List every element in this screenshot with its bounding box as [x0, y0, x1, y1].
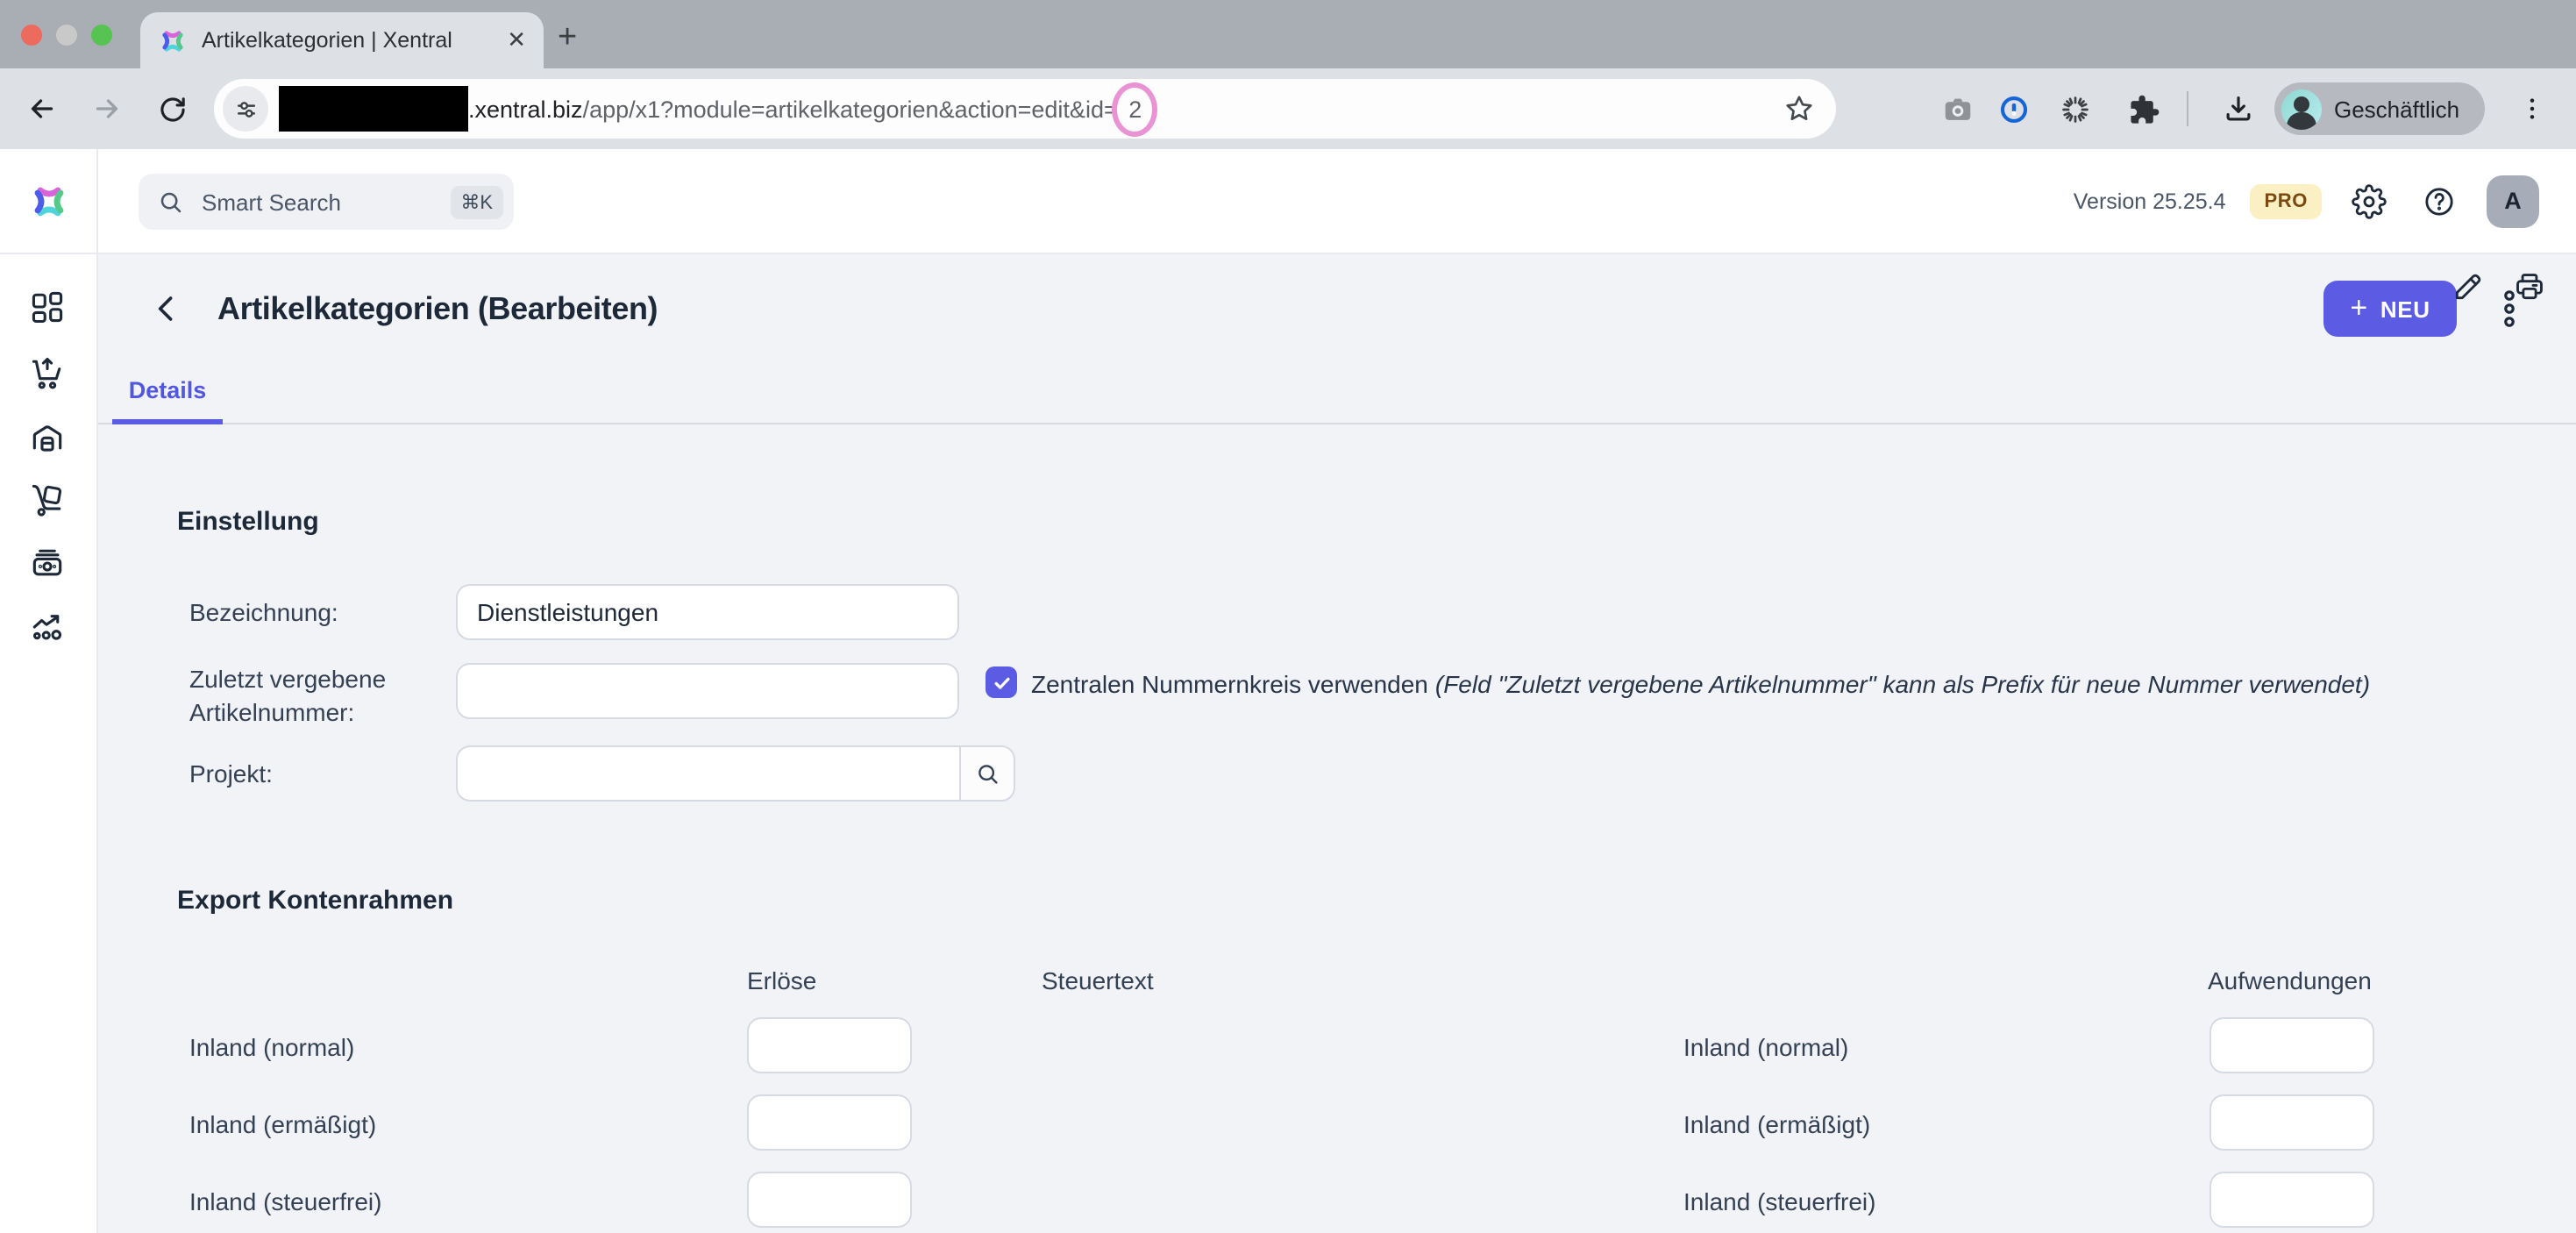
main-content: Artikelkategorien (Bearbeiten) + NEU Det…	[98, 254, 2576, 1233]
new-tab-button[interactable]: +	[558, 19, 577, 58]
extensions-puzzle-icon[interactable]	[2122, 88, 2164, 130]
artikelnummer-label: Zuletzt vergebene Artikelnummer:	[189, 663, 435, 730]
loading-extension-icon[interactable]	[2053, 88, 2096, 130]
tab-bar: Details	[98, 361, 2576, 424]
app-header: ⌘K Version 25.25.4 PRO A	[0, 149, 2576, 254]
row-label-inland-steuerfrei-aufwand: Inland (steuerfrei)	[1683, 1187, 1875, 1215]
reload-icon[interactable]	[151, 88, 193, 130]
site-settings-icon[interactable]	[223, 86, 268, 132]
smart-search[interactable]: ⌘K	[139, 174, 514, 230]
bookmark-star-icon[interactable]	[1783, 93, 1815, 125]
sales-cart-icon[interactable]	[27, 354, 69, 396]
erloese-input-inland-ermaessigt[interactable]	[747, 1094, 912, 1151]
bezeichnung-label: Bezeichnung:	[189, 598, 338, 626]
tab-title: Artikelkategorien | Xentral	[202, 28, 496, 53]
xentral-favicon	[158, 25, 188, 55]
url-id-highlight: 2	[1113, 82, 1158, 136]
row-label-inland-normal: Inland (normal)	[189, 1033, 354, 1061]
row-label-inland-ermaessigt: Inland (ermäßigt)	[189, 1110, 376, 1138]
aufwendungen-input-inland-ermaessigt[interactable]	[2210, 1094, 2374, 1151]
search-icon	[158, 189, 184, 215]
projekt-input[interactable]	[456, 745, 959, 802]
aufwendungen-input-inland-normal[interactable]	[2210, 1017, 2374, 1073]
nummernkreis-label: Zentralen Nummernkreis verwenden(Feld "Z…	[1031, 670, 2370, 698]
nummernkreis-note: (Feld "Zuletzt vergebene Artikelnummer" …	[1435, 670, 2370, 698]
column-header-steuertext: Steuertext	[1042, 966, 1154, 994]
redacted-url-host	[279, 86, 468, 132]
xentral-logo[interactable]	[0, 149, 98, 253]
column-header-aufwendungen: Aufwendungen	[2208, 966, 2372, 994]
macos-zoom-button[interactable]	[91, 25, 112, 46]
search-shortcut-badge: ⌘K	[450, 185, 503, 218]
artikelnummer-input[interactable]	[456, 663, 959, 719]
settings-gear-icon[interactable]	[2346, 178, 2392, 224]
logistics-trolley-icon[interactable]	[27, 481, 69, 523]
profile-name: Geschäftlich	[2334, 96, 2459, 122]
section-heading-einstellung: Einstellung	[177, 507, 319, 537]
page-title: Artikelkategorien (Bearbeiten)	[217, 291, 658, 328]
screenshot-extension-icon[interactable]	[1936, 88, 1978, 130]
search-input[interactable]	[198, 187, 450, 217]
row-label-inland-ermaessigt-aufwand: Inland (ermäßigt)	[1683, 1110, 1870, 1138]
url-path: /app/x1?module=artikelkategorien&action=…	[583, 96, 1118, 122]
edit-pencil-icon[interactable]	[2444, 263, 2490, 309]
url-domain: .xentral.biz	[468, 96, 583, 122]
projekt-search-icon[interactable]	[959, 745, 1015, 802]
row-label-inland-steuerfrei: Inland (steuerfrei)	[189, 1187, 381, 1215]
screen: Artikelkategorien | Xentral ✕ + .xentral…	[0, 0, 2576, 1233]
row-label-inland-normal-aufwand: Inland (normal)	[1683, 1033, 1848, 1061]
browser-tab-strip: Artikelkategorien | Xentral ✕ +	[0, 0, 2576, 68]
help-icon[interactable]	[2416, 178, 2462, 224]
profile-avatar	[2281, 89, 2322, 129]
check-icon	[992, 673, 1011, 692]
back-chevron-icon[interactable]	[147, 289, 186, 328]
finance-money-icon[interactable]	[27, 544, 69, 586]
downloads-icon[interactable]	[2217, 88, 2259, 130]
url-text: .xentral.biz/app/x1?module=artikelkatego…	[468, 82, 1158, 136]
url-bar[interactable]: .xentral.biz/app/x1?module=artikelkatego…	[214, 79, 1836, 139]
dashboard-icon[interactable]	[27, 288, 69, 330]
projekt-label: Projekt:	[189, 759, 273, 788]
nummernkreis-checkbox[interactable]	[986, 666, 1017, 698]
forward-icon	[86, 88, 128, 130]
bezeichnung-input[interactable]	[456, 584, 959, 640]
sidebar-nav	[0, 254, 98, 1233]
tab-details[interactable]: Details	[112, 361, 223, 424]
print-icon[interactable]	[2506, 263, 2551, 309]
browser-profile-chip[interactable]: Geschäftlich	[2274, 82, 2484, 135]
macos-minimize-button[interactable]	[56, 25, 77, 46]
version-label: Version 25.25.4	[2074, 189, 2226, 213]
aufwendungen-input-inland-steuerfrei[interactable]	[2210, 1172, 2374, 1228]
warehouse-icon[interactable]	[27, 417, 69, 460]
browser-menu-icon[interactable]	[2511, 88, 2553, 130]
plus-icon: +	[2350, 293, 2367, 323]
password-manager-extension-icon[interactable]	[1992, 88, 2034, 130]
user-avatar[interactable]: A	[2487, 175, 2539, 227]
erloese-input-inland-normal[interactable]	[747, 1017, 912, 1073]
back-icon[interactable]	[21, 88, 63, 130]
section-heading-export: Export Kontenrahmen	[177, 886, 453, 916]
new-button[interactable]: + NEU	[2323, 281, 2457, 337]
column-header-erloese: Erlöse	[747, 966, 816, 994]
browser-tab[interactable]: Artikelkategorien | Xentral ✕	[140, 12, 544, 68]
macos-close-button[interactable]	[21, 25, 42, 46]
analytics-chart-icon[interactable]	[27, 607, 69, 649]
toolbar-divider	[2187, 91, 2188, 126]
browser-toolbar: .xentral.biz/app/x1?module=artikelkatego…	[0, 68, 2576, 149]
erloese-input-inland-steuerfrei[interactable]	[747, 1172, 912, 1228]
tab-close-icon[interactable]: ✕	[507, 26, 526, 54]
projekt-field	[456, 745, 1015, 802]
plan-badge: PRO	[2251, 183, 2323, 218]
